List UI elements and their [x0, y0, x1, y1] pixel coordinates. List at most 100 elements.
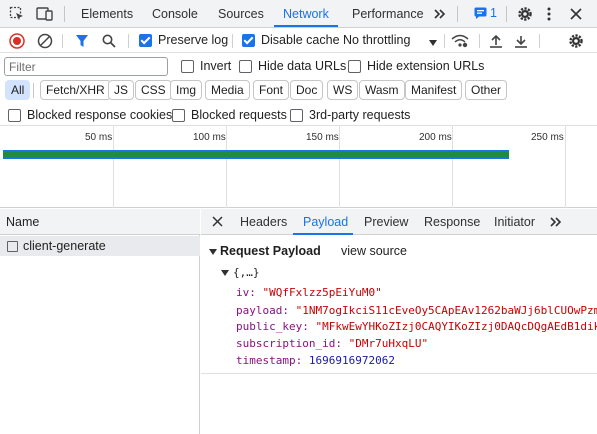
payload-field-iv[interactable]: iv: "WQfFxlzz5pEiYuM0": [236, 286, 382, 299]
name-column-header[interactable]: Name: [0, 209, 200, 235]
double-chevron-right-icon[interactable]: [549, 216, 563, 231]
checkbox-checked[interactable]: [139, 33, 152, 47]
checkbox-unchecked[interactable]: [172, 108, 185, 122]
request-row[interactable]: client-generate: [0, 236, 200, 256]
issues-badge[interactable]: 1: [474, 6, 497, 20]
checkbox-unchecked[interactable]: [239, 59, 252, 73]
export-har-icon[interactable]: [513, 31, 529, 51]
clear-icon[interactable]: [36, 31, 54, 51]
close-detail-icon[interactable]: [212, 216, 223, 230]
type-chip-all[interactable]: All: [5, 80, 31, 100]
hide-data-urls-checkbox[interactable]: Hide data URLs: [239, 59, 346, 73]
blocked-filter-bar: Blocked response cookies Blocked request…: [0, 104, 597, 126]
type-chip-css[interactable]: CSS: [135, 80, 172, 100]
network-settings-gear-icon[interactable]: [567, 31, 585, 51]
tab-console[interactable]: Console: [152, 0, 198, 28]
preserve-log-checkbox[interactable]: Preserve log: [139, 33, 228, 47]
field-key: subscription_id:: [236, 337, 342, 350]
record-stop-icon[interactable]: [8, 31, 26, 51]
toolbar-separator: [62, 34, 63, 48]
request-list: Name client-generate: [0, 209, 200, 434]
kebab-menu-icon[interactable]: [543, 0, 555, 28]
caret-down-icon: [429, 35, 437, 49]
timeline-tick-label: 150 ms: [306, 132, 339, 143]
double-chevron-right-icon[interactable]: [431, 0, 449, 28]
field-key: iv:: [236, 286, 256, 299]
invert-checkbox[interactable]: Invert: [181, 59, 231, 73]
throttling-value: No throttling: [343, 33, 411, 47]
type-chip-doc[interactable]: Doc: [290, 80, 324, 100]
detail-tab-payload[interactable]: Payload: [303, 209, 348, 235]
field-value: 1696916972062: [308, 354, 395, 367]
throttling-select[interactable]: No throttling: [343, 33, 437, 47]
payload-field-public-key[interactable]: public_key: "MFkwEwYHKoZIzj0CAQYIKoZIzj0…: [236, 320, 597, 333]
detail-tab-preview[interactable]: Preview: [364, 209, 408, 235]
chip-separator: [33, 83, 34, 98]
timeline-grid-line: [339, 126, 340, 208]
timeline-grid-line: [452, 126, 453, 208]
search-icon[interactable]: [100, 31, 118, 51]
toolbar-separator: [128, 34, 129, 48]
message-icon: [474, 7, 487, 19]
network-conditions-icon[interactable]: [451, 31, 469, 51]
timeline-grid-line: [565, 126, 566, 208]
timeline-grid-line: [226, 126, 227, 208]
timeline-tick-label: 200 ms: [419, 132, 452, 143]
triangle-down-icon: [209, 244, 217, 258]
resource-type-filter: All Fetch/XHR JS CSS Img Media Font Doc …: [0, 79, 597, 103]
timeline-tick-label: 50 ms: [85, 132, 113, 143]
blocked-response-cookies-checkbox[interactable]: Blocked response cookies: [8, 108, 172, 122]
field-value: "MFkwEwYHKoZIzj0CAQYIKoZIzj0DAQcDQgAEdB1…: [315, 320, 597, 333]
type-chip-fetch-xhr[interactable]: Fetch/XHR: [40, 80, 111, 100]
third-party-requests-label: 3rd-party requests: [309, 108, 411, 122]
device-toolbar-icon[interactable]: [35, 0, 55, 28]
network-overview-timeline[interactable]: 50 ms 100 ms 150 ms 200 ms 250 ms: [0, 126, 597, 208]
type-chip-font[interactable]: Font: [253, 80, 290, 100]
detail-tab-initiator[interactable]: Initiator: [494, 209, 535, 235]
checkbox-checked[interactable]: [242, 33, 255, 47]
checkbox-unchecked[interactable]: [290, 108, 303, 122]
close-icon[interactable]: [568, 0, 584, 28]
tab-sources[interactable]: Sources: [218, 0, 264, 28]
disable-cache-checkbox[interactable]: Disable cache: [242, 33, 340, 47]
checkbox-unchecked[interactable]: [8, 108, 21, 122]
tab-elements[interactable]: Elements: [81, 0, 133, 28]
timeline-grid-line: [113, 126, 114, 208]
hide-extension-urls-checkbox[interactable]: Hide extension URLs: [348, 59, 484, 73]
disable-cache-label: Disable cache: [261, 33, 340, 47]
type-chip-wasm[interactable]: Wasm: [359, 80, 405, 100]
filter-icon[interactable]: [73, 31, 91, 51]
tab-performance[interactable]: Performance: [352, 0, 424, 28]
filter-input[interactable]: [4, 57, 168, 76]
type-chip-media[interactable]: Media: [205, 80, 250, 100]
view-source-link[interactable]: view source: [341, 244, 407, 258]
request-detail-tabs: Headers Payload Preview Response Initiat…: [201, 209, 597, 235]
payload-object-toggle[interactable]: {,…}: [221, 266, 260, 279]
tab-network[interactable]: Network: [283, 0, 329, 28]
payload-field-timestamp[interactable]: timestamp: 1696916972062: [236, 354, 395, 367]
request-payload-section[interactable]: Request Payload: [209, 244, 321, 258]
third-party-requests-checkbox[interactable]: 3rd-party requests: [290, 108, 410, 122]
timeline-tick-label: 100 ms: [193, 132, 226, 143]
payload-field-subscription-id[interactable]: subscription_id: "DMr7uHxqLU": [236, 337, 428, 350]
field-key: timestamp:: [236, 354, 303, 367]
type-chip-img[interactable]: Img: [170, 80, 203, 100]
issues-count: 1: [490, 6, 497, 20]
type-chip-manifest[interactable]: Manifest: [405, 80, 463, 100]
detail-tab-headers[interactable]: Headers: [240, 209, 287, 235]
checkbox-unchecked[interactable]: [348, 59, 361, 73]
checkbox-unchecked[interactable]: [181, 59, 194, 73]
gear-icon[interactable]: [516, 0, 534, 28]
preserve-log-label: Preserve log: [158, 33, 229, 47]
inspect-element-icon[interactable]: [8, 0, 26, 28]
type-chip-js[interactable]: JS: [108, 80, 135, 100]
type-chip-ws[interactable]: WS: [327, 80, 359, 100]
blocked-requests-checkbox[interactable]: Blocked requests: [172, 108, 287, 122]
field-key: public_key:: [236, 320, 309, 333]
import-har-icon[interactable]: [488, 31, 504, 51]
payload-field-payload[interactable]: payload: "1NM7ogIkciS11cEveOy5CApEAv1262…: [236, 304, 597, 317]
toolbar-separator: [539, 34, 540, 48]
detail-tab-response[interactable]: Response: [424, 209, 480, 235]
type-chip-other[interactable]: Other: [465, 80, 508, 100]
tab-separator: [506, 6, 507, 22]
